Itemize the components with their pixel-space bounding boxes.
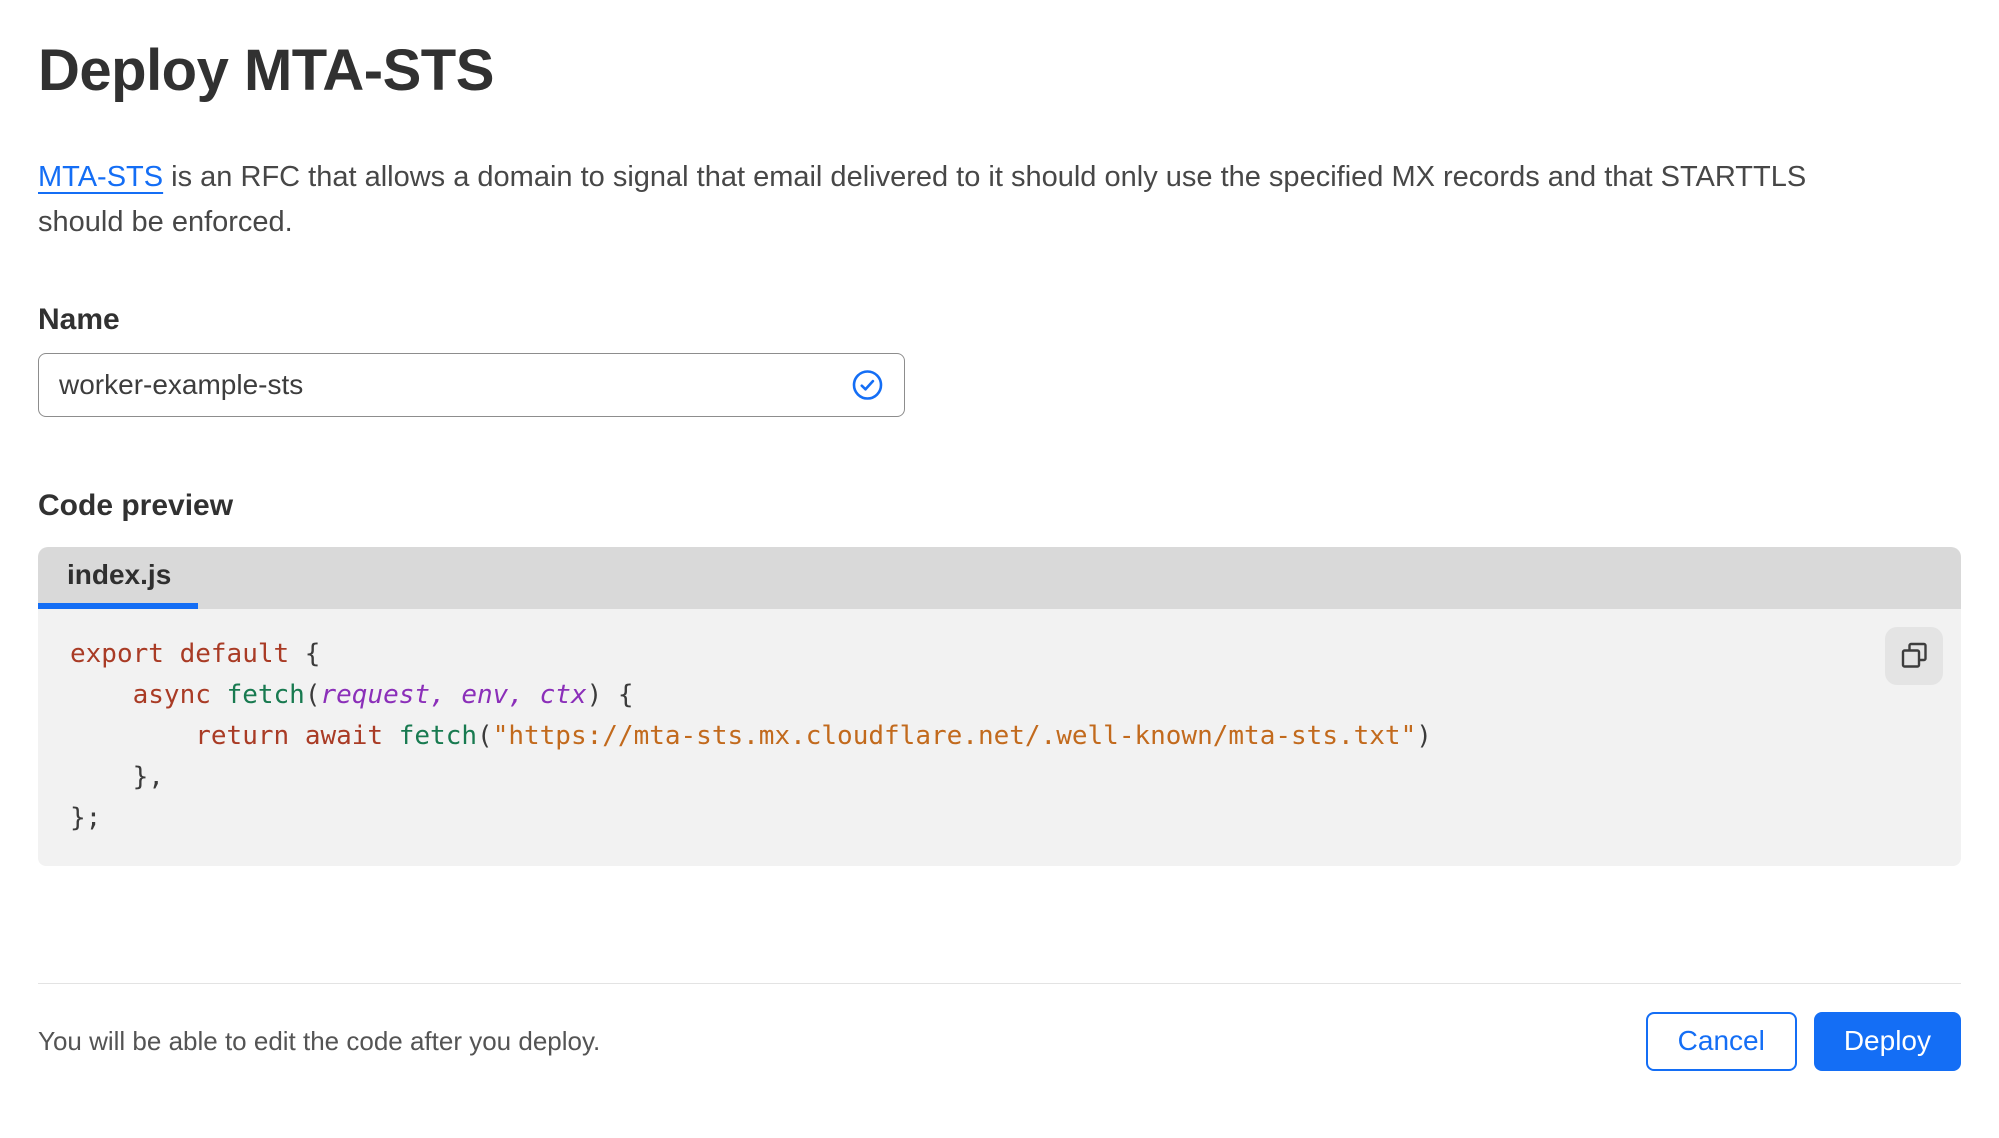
page-title: Deploy MTA-STS [38,38,494,103]
cancel-button[interactable]: Cancel [1645,1011,1797,1071]
code-area: export default { async fetch(request, en… [38,608,1961,866]
footer: You will be able to edit the code after … [38,982,1961,1071]
code-preview-card: index.js export default { async fetch(re… [38,546,1961,866]
footer-actions: Cancel Deploy [1645,1011,1961,1071]
name-input-wrap [38,352,905,417]
deploy-mta-sts-page: Deploy MTA-STS MTA-STS is an RFC that al… [0,38,1999,1071]
name-input[interactable] [38,352,905,417]
name-label: Name [38,302,120,336]
code-block: export default { async fetch(request, en… [70,638,1432,833]
description-text: is an RFC that allows a domain to signal… [163,160,1807,193]
copy-code-button[interactable] [1885,626,1943,685]
description-text-line2: should be enforced. [38,205,293,238]
check-circle-icon [852,369,883,400]
code-tabbar: index.js [38,546,1961,609]
mta-sts-link[interactable]: MTA-STS [38,161,163,193]
tab-index-js[interactable]: index.js [38,547,198,609]
code-preview-label: Code preview [38,488,234,522]
description: MTA-STS is an RFC that allows a domain t… [38,155,1948,245]
deploy-button[interactable]: Deploy [1813,1011,1961,1071]
footer-note: You will be able to edit the code after … [38,1025,601,1056]
copy-icon [1901,642,1927,668]
